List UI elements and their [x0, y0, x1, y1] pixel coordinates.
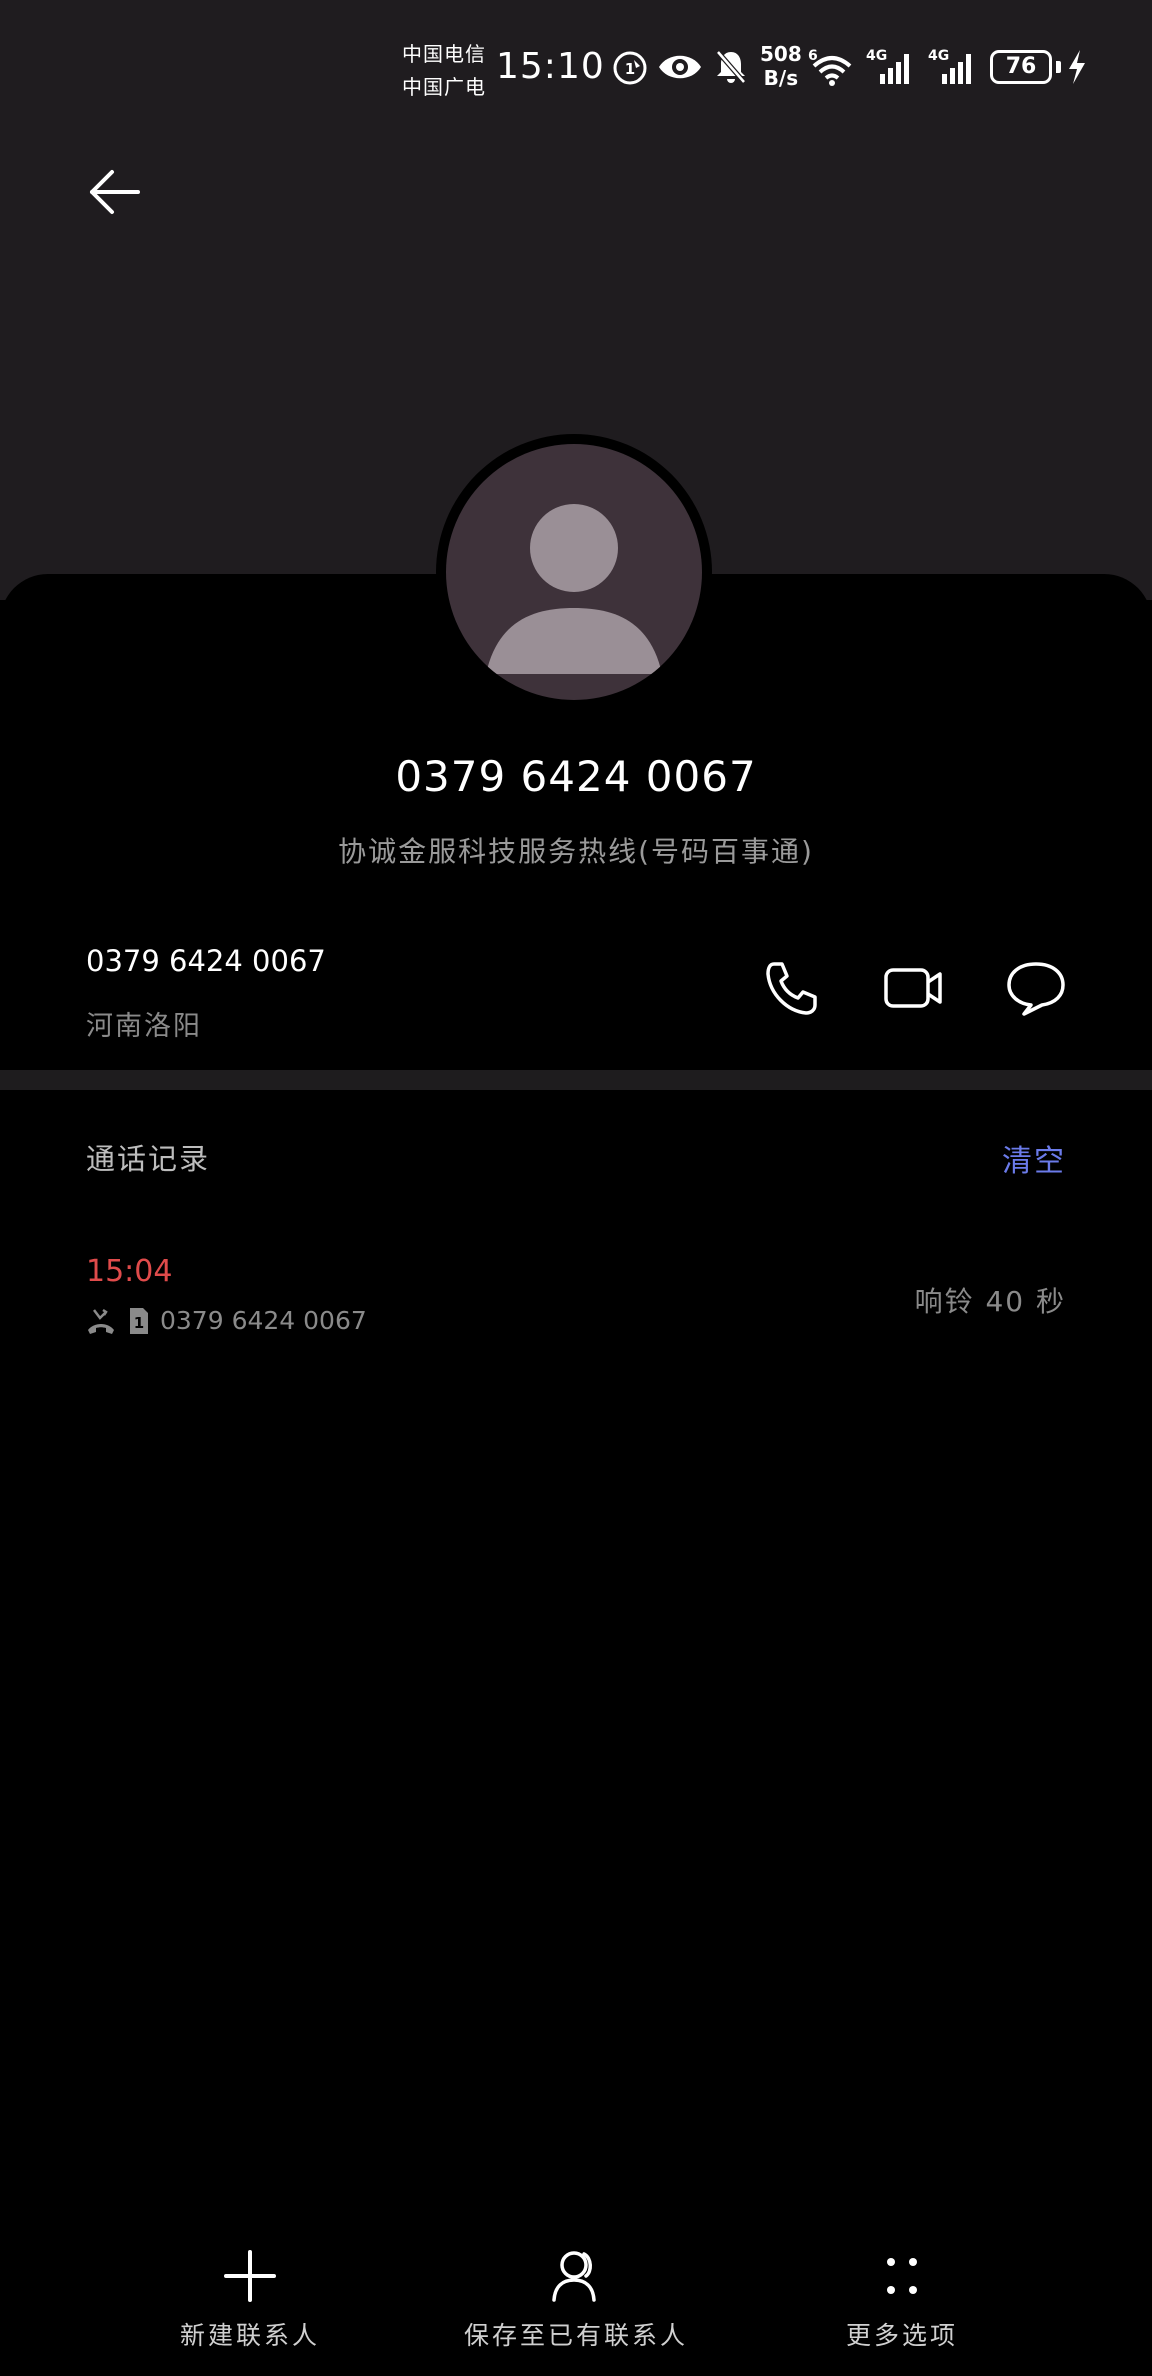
- phone-number[interactable]: 0379 6424 0067: [86, 944, 326, 978]
- signal-4g-icon: 4G: [866, 48, 909, 84]
- battery-cap: [1056, 61, 1061, 73]
- contact-person-icon: [552, 2251, 596, 2302]
- battery-level: 76: [990, 50, 1052, 84]
- arrow-left-icon: [90, 170, 140, 214]
- avatar[interactable]: [446, 444, 702, 700]
- message-icon[interactable]: [1004, 958, 1068, 1018]
- save-to-existing-contact-button[interactable]: 保存至已有联系人: [426, 2248, 726, 2352]
- charging-icon: [1069, 50, 1085, 84]
- svg-text:4G: 4G: [928, 48, 949, 64]
- new-contact-label: 新建联系人: [179, 2321, 320, 2350]
- video-call-icon[interactable]: [882, 958, 946, 1018]
- contact-title-number: 0379 6424 0067: [395, 752, 757, 801]
- net-speed-unit: B/s: [763, 66, 799, 90]
- svg-text:1: 1: [625, 60, 635, 78]
- call-log-entry-duration: 响铃 40 秒: [914, 1285, 1066, 1318]
- save-to-existing-label: 保存至已有联系人: [463, 2321, 688, 2350]
- section-divider: [0, 1070, 1152, 1090]
- new-contact-button[interactable]: 新建联系人: [100, 2248, 400, 2352]
- more-options-button[interactable]: 更多选项: [752, 2248, 1052, 2352]
- missed-call-icon: [88, 1308, 114, 1334]
- carrier-names: 中国电信 中国广电: [402, 38, 486, 104]
- eye-icon: [659, 55, 701, 79]
- phone-location: 河南洛阳: [86, 1011, 202, 1042]
- call-log-entry-number: 0379 6424 0067: [160, 1306, 367, 1335]
- carrier-2: 中国广电: [402, 75, 486, 99]
- mute-bell-icon: [716, 50, 746, 84]
- status-bar: 中国电信 中国广电 15:10 1 508 B/s 6 4G 4G 76: [0, 0, 1152, 130]
- more-options-label: 更多选项: [845, 2321, 958, 2350]
- clear-call-log-button[interactable]: 清空: [1002, 1136, 1066, 1180]
- svg-text:4G: 4G: [866, 48, 887, 64]
- status-time: 15:10: [496, 46, 605, 87]
- phone-icon[interactable]: [760, 958, 824, 1018]
- back-button[interactable]: [78, 162, 152, 222]
- net-speed-value: 508: [760, 42, 802, 66]
- call-log-title: 通话记录: [86, 1142, 211, 1176]
- wifi-icon: 6: [808, 48, 852, 86]
- hd-call-icon: 1: [613, 51, 647, 85]
- sim-card-icon: 1: [130, 1308, 148, 1334]
- carrier-1: 中国电信: [402, 42, 486, 66]
- plus-icon: [224, 2250, 276, 2302]
- signal-4g-icon: 4G: [928, 48, 971, 84]
- network-speed: 508 B/s: [760, 42, 802, 90]
- contact-label: 协诚金服科技服务热线(号码百事通): [338, 835, 814, 868]
- person-icon: [486, 504, 662, 674]
- sim-slot-number: 1: [134, 1314, 144, 1332]
- call-log-entry-time: 15:04: [86, 1254, 173, 1289]
- more-dots-icon: [887, 2258, 917, 2294]
